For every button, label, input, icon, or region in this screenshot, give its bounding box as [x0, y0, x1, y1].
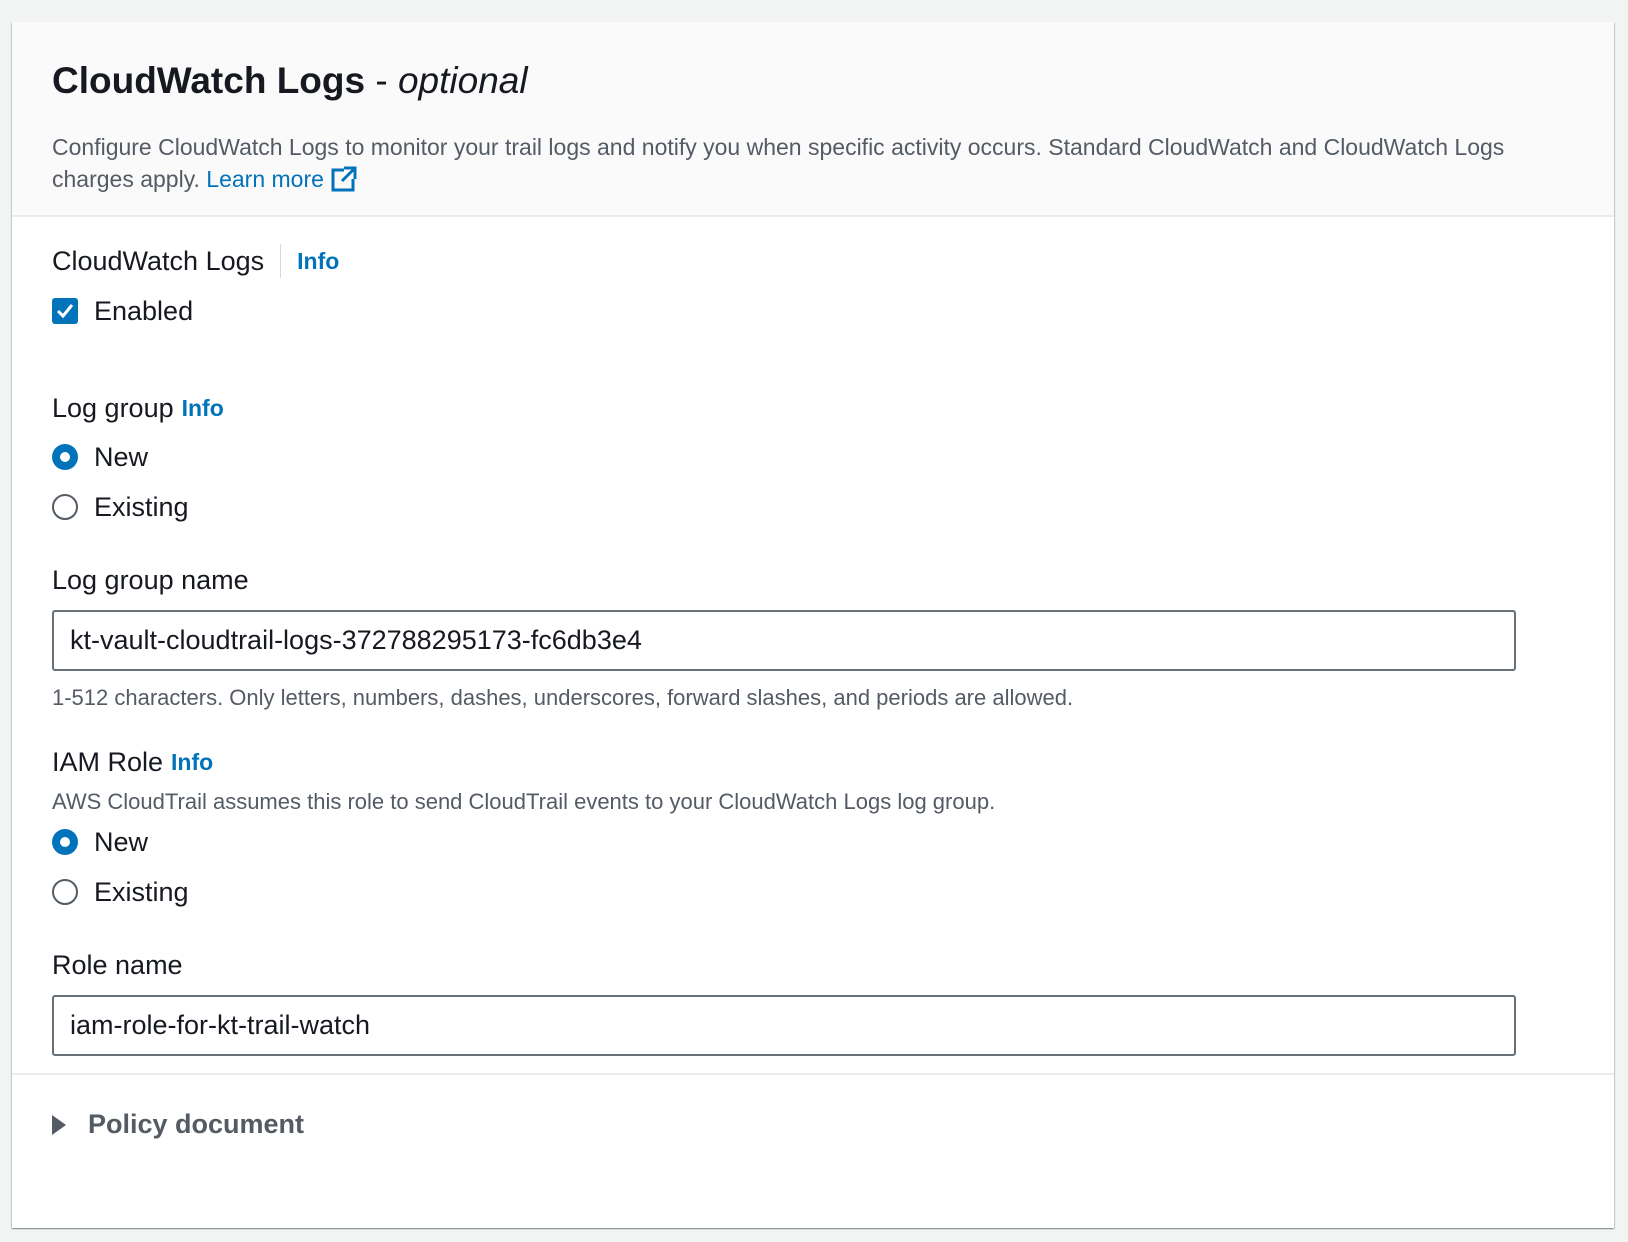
panel-title: CloudWatch Logs - optional [52, 60, 528, 102]
log-group-label: Log group [52, 393, 174, 423]
cloudwatch-logs-label: CloudWatch Logs [52, 246, 265, 276]
caret-right-icon [52, 1114, 66, 1135]
log-group-name-hint: 1-512 characters. Only letters, numbers,… [52, 685, 1074, 710]
iam-role-new-radio[interactable] [52, 829, 78, 855]
enabled-checkbox[interactable] [52, 298, 78, 324]
log-group-info-link[interactable]: Info [182, 391, 224, 425]
log-group-label-row: Log group Info [52, 391, 224, 425]
title-text: CloudWatch Logs [52, 60, 366, 101]
log-group-name-label: Log group name [52, 565, 249, 595]
learn-more-link[interactable]: Learn more [206, 166, 358, 192]
log-group-option-existing[interactable]: Existing [52, 490, 189, 524]
log-group-name-label-row: Log group name [52, 563, 249, 597]
log-group-name-input[interactable] [52, 610, 1516, 671]
panel-description: Configure CloudWatch Logs to monitor you… [52, 131, 1582, 195]
iam-role-info-link[interactable]: Info [171, 745, 213, 779]
role-name-input[interactable] [52, 995, 1516, 1056]
iam-role-description: AWS CloudTrail assumes this role to send… [52, 789, 996, 814]
optional-label: optional [397, 60, 528, 101]
title-separator: - [365, 60, 398, 101]
iam-role-label: IAM Role [52, 747, 164, 777]
policy-document-label: Policy document [88, 1109, 305, 1139]
role-name-label: Role name [52, 950, 183, 980]
cloudwatch-logs-panel: CloudWatch Logs - optional Configure Clo… [12, 22, 1614, 1228]
log-group-new-radio[interactable] [52, 444, 78, 470]
iam-role-existing-label: Existing [94, 877, 189, 907]
learn-more-text: Learn more [206, 166, 324, 192]
log-group-existing-radio[interactable] [52, 494, 78, 520]
enabled-checkbox-row[interactable]: Enabled [52, 294, 193, 328]
iam-role-option-existing[interactable]: Existing [52, 875, 189, 909]
iam-role-label-row: IAM Role Info [52, 745, 213, 779]
label-divider [280, 244, 282, 278]
role-name-label-row: Role name [52, 948, 183, 982]
footer-divider [12, 1073, 1614, 1075]
panel-header: CloudWatch Logs - optional Configure Clo… [12, 22, 1614, 217]
log-group-new-label: New [94, 442, 149, 472]
cloudwatch-logs-info-link[interactable]: Info [297, 244, 339, 278]
iam-role-existing-radio[interactable] [52, 879, 78, 905]
enabled-label: Enabled [94, 296, 194, 326]
log-group-existing-label: Existing [94, 492, 189, 522]
iam-role-option-new[interactable]: New [52, 825, 148, 859]
iam-role-new-label: New [94, 827, 149, 857]
log-group-option-new[interactable]: New [52, 440, 148, 474]
external-link-icon [331, 166, 357, 192]
policy-document-expander[interactable]: Policy document [52, 1109, 304, 1140]
check-icon [56, 304, 74, 319]
cloudwatch-logs-label-row: CloudWatch Logs Info [52, 244, 339, 278]
